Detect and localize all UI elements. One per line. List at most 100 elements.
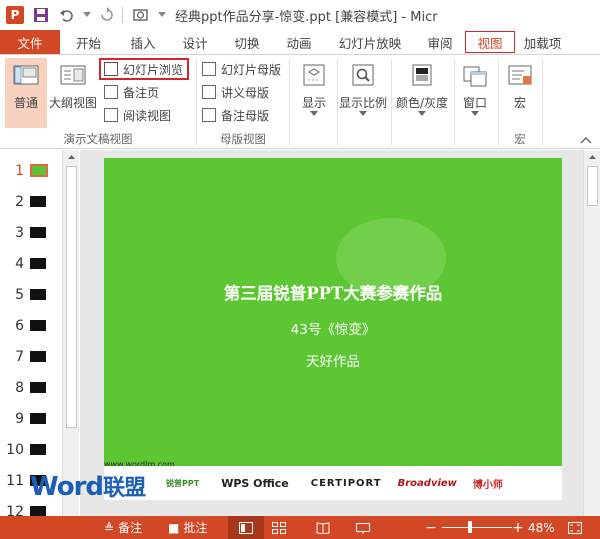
tab-home[interactable]: 开始: [60, 30, 117, 54]
zoom-slider-track[interactable]: [442, 527, 512, 528]
separator: [122, 7, 123, 23]
thumbnail-number: 3: [15, 224, 24, 241]
handout-master-button[interactable]: 讲义母版: [202, 82, 269, 102]
tab-file[interactable]: 文件: [0, 30, 60, 54]
normal-view-icon: [239, 521, 253, 534]
zoom-level[interactable]: 48%: [528, 516, 555, 539]
thumbnail-image: [30, 413, 46, 424]
scroll-up-icon[interactable]: [63, 150, 80, 164]
scrollbar-thumb[interactable]: [66, 166, 77, 428]
tab-addins[interactable]: 加载项: [515, 30, 570, 54]
thumbnail-number: 1: [15, 162, 24, 179]
group-master-views: 幻灯片母版 讲义母版 备注母版 母版视图: [197, 55, 289, 149]
thumbnail-number: 7: [15, 348, 24, 365]
thumbnail-number: 11: [6, 472, 24, 489]
zoom-out-button[interactable]: −: [425, 516, 437, 539]
thumbnail-slide[interactable]: 1: [0, 155, 60, 186]
watermark-cn: 联盟: [103, 476, 146, 501]
slide-master-icon: [202, 62, 216, 76]
thumbnail-image: [30, 164, 48, 177]
notes-icon: ≜: [104, 520, 115, 535]
slide-sorter-status-button[interactable]: [272, 516, 286, 539]
thumbnail-image: [30, 382, 46, 393]
fit-to-window-icon: [568, 521, 582, 534]
color-grayscale-button[interactable]: 颜色/灰度: [392, 58, 452, 128]
collapse-ribbon-icon[interactable]: [580, 133, 594, 145]
thumbnail-number: 10: [6, 441, 24, 458]
zoom-button[interactable]: 显示比例: [338, 58, 388, 128]
editor-scrollbar[interactable]: [583, 150, 600, 516]
tab-review[interactable]: 审阅: [415, 30, 465, 54]
thumbnail-slide[interactable]: 9: [0, 403, 60, 434]
slide-title: 第三届锐普PPT大赛参赛作品: [223, 284, 443, 303]
show-button[interactable]: 显示: [294, 58, 334, 128]
status-bar: ≜ 备注 ■ 批注 − + 48%: [0, 516, 600, 539]
sponsor-logo: Broadview: [397, 477, 457, 489]
thumbnail-slide[interactable]: 6: [0, 310, 60, 341]
tab-insert[interactable]: 插入: [117, 30, 169, 54]
slide-sorter-button[interactable]: 幻灯片浏览: [99, 58, 189, 80]
thumbnail-slide[interactable]: 8: [0, 372, 60, 403]
title-bar: P 经典ppt作品分享-惊变.ppt [兼容模式] - Micr: [0, 0, 600, 30]
thumbnail-slide[interactable]: 3: [0, 217, 60, 248]
notes-page-button[interactable]: 备注页: [104, 82, 159, 102]
thumbnail-image: [30, 227, 46, 238]
scroll-up-icon[interactable]: [584, 150, 600, 164]
tab-slideshow[interactable]: 幻灯片放映: [325, 30, 415, 54]
thumbnail-number: 6: [15, 317, 24, 334]
thumbnail-slide[interactable]: 10: [0, 434, 60, 465]
outline-view-button[interactable]: 大纲视图: [49, 58, 97, 128]
tab-transitions[interactable]: 切换: [221, 30, 273, 54]
undo-dropdown-icon[interactable]: [82, 4, 92, 26]
normal-view-label: 普通: [13, 96, 38, 110]
reading-view-label: 阅读视图: [123, 108, 172, 123]
reading-view-icon: [104, 108, 118, 122]
tab-view[interactable]: 视图: [465, 31, 515, 53]
thumbnail-slide[interactable]: 2: [0, 186, 60, 217]
normal-view-button[interactable]: 普通: [5, 58, 47, 128]
start-from-beginning-icon[interactable]: [131, 4, 153, 26]
zoom-slider-thumb[interactable]: [468, 521, 472, 533]
chevron-down-icon: [471, 111, 479, 116]
window-button[interactable]: 窗口: [455, 58, 495, 128]
thumbnail-image: [30, 506, 46, 516]
sponsor-logo: CERTIPORT: [310, 477, 382, 489]
group-macros: 宏 宏: [499, 55, 541, 149]
zoom-label: 显示比例: [338, 96, 387, 110]
reading-view-status-button[interactable]: [316, 516, 330, 539]
undo-icon[interactable]: [56, 4, 78, 26]
reading-view-button[interactable]: 阅读视图: [104, 105, 171, 125]
outline-view-icon: [60, 65, 86, 85]
word-lianmeng-watermark: Word联盟: [30, 470, 146, 502]
slide-canvas[interactable]: 第三届锐普PPT大赛参赛作品 43号《惊变》 天好作品 www.wordlm.c…: [104, 158, 562, 500]
tab-animations[interactable]: 动画: [273, 30, 325, 54]
sponsor-logo: WPS Office: [221, 476, 289, 490]
thumbnail-slide[interactable]: 7: [0, 341, 60, 372]
thumbnail-slide[interactable]: 4: [0, 248, 60, 279]
sponsor-logo: 锐普PPT: [166, 478, 200, 488]
thumbnail-number: 5: [15, 286, 24, 303]
slideshow-status-button[interactable]: [356, 516, 370, 539]
thumbnails-scrollbar[interactable]: [62, 150, 79, 516]
customize-toolbar-icon[interactable]: [157, 4, 167, 26]
notes-toggle[interactable]: ≜ 备注: [104, 516, 142, 539]
comments-toggle[interactable]: ■ 批注: [168, 516, 207, 539]
thumbnail-image: [30, 351, 46, 362]
thumbnail-slide[interactable]: 5: [0, 279, 60, 310]
normal-view-status-button[interactable]: [228, 516, 264, 539]
notes-page-icon: [104, 85, 118, 99]
macros-label: 宏: [513, 96, 526, 110]
zoom-in-button[interactable]: +: [512, 516, 524, 539]
slide-sorter-icon: [272, 521, 286, 534]
notes-page-label: 备注页: [123, 85, 160, 100]
slide-master-button[interactable]: 幻灯片母版: [202, 59, 281, 79]
separator: [542, 59, 543, 145]
fit-to-window-button[interactable]: [568, 516, 582, 539]
tab-design[interactable]: 设计: [169, 30, 221, 54]
scrollbar-thumb[interactable]: [587, 166, 598, 206]
macros-button[interactable]: 宏: [501, 58, 539, 128]
save-icon[interactable]: [30, 4, 52, 26]
chevron-down-icon: [418, 111, 426, 116]
notes-master-button[interactable]: 备注母版: [202, 105, 269, 125]
redo-icon[interactable]: [96, 4, 118, 26]
